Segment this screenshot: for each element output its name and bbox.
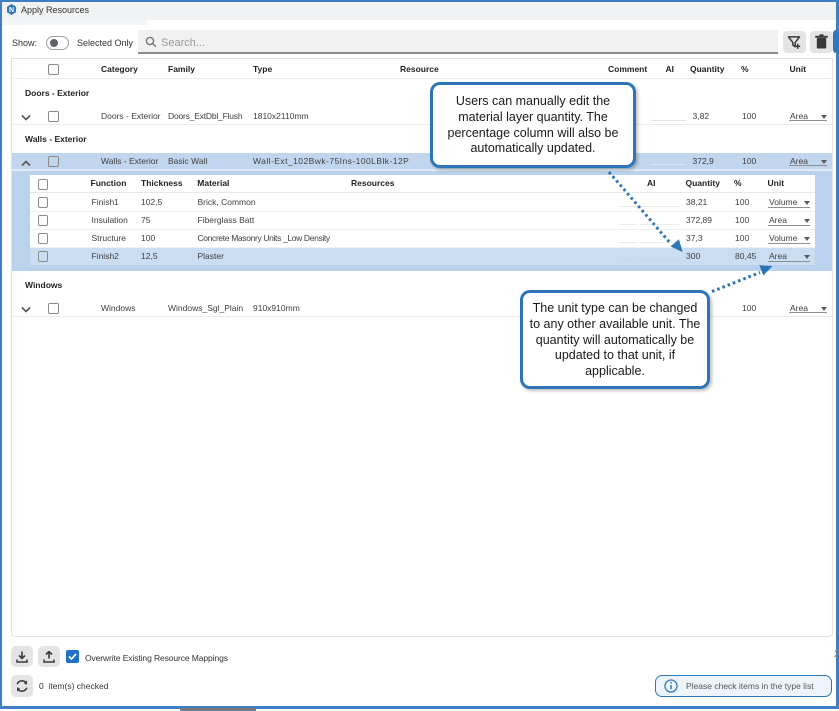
svg-text:N: N <box>9 7 14 14</box>
